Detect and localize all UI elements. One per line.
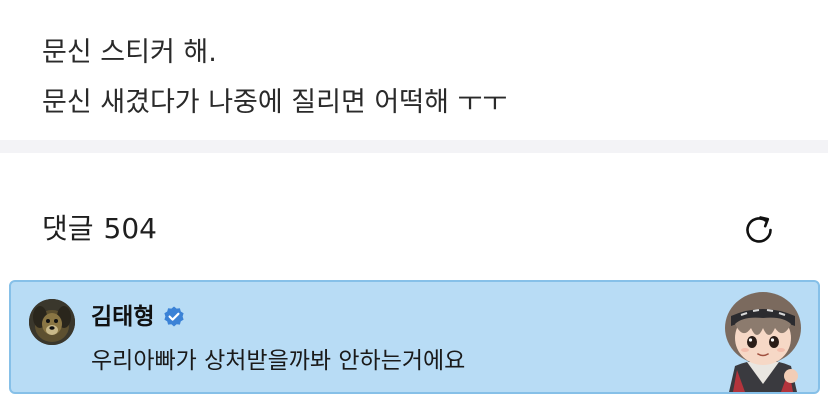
bottom-spacer bbox=[0, 396, 828, 407]
comment-author-row: 김태형 bbox=[91, 303, 186, 331]
dog-avatar-icon bbox=[29, 299, 75, 345]
comment-count-label: 댓글 bbox=[42, 212, 94, 245]
section-divider bbox=[0, 140, 828, 153]
post-text-line: 문신 스티커 해. bbox=[42, 37, 217, 68]
post-text-line: 문신 새겼다가 나중에 질리면 어떡해 ㅜㅜ bbox=[42, 87, 508, 118]
comment-count-value: 504 bbox=[103, 212, 157, 245]
refresh-button[interactable] bbox=[738, 209, 780, 251]
comment-text: 우리아빠가 상처받을까봐 안하는거에요 bbox=[91, 348, 466, 374]
refresh-icon bbox=[746, 216, 772, 243]
comment-item[interactable]: 김태형 우리아빠가 상처받을까봐 안하는거에요 bbox=[9, 280, 820, 394]
verified-badge-icon bbox=[164, 306, 185, 327]
comment-count: 댓글 504 bbox=[42, 212, 157, 246]
comment-author[interactable]: 김태형 bbox=[91, 303, 154, 331]
character-sticker bbox=[713, 286, 813, 392]
character-sticker-icon bbox=[725, 292, 801, 392]
comments-header: 댓글 504 bbox=[0, 153, 828, 280]
avatar[interactable] bbox=[29, 299, 75, 345]
post-body: 문신 스티커 해. 문신 새겼다가 나중에 질리면 어떡해 ㅜㅜ bbox=[0, 0, 828, 140]
